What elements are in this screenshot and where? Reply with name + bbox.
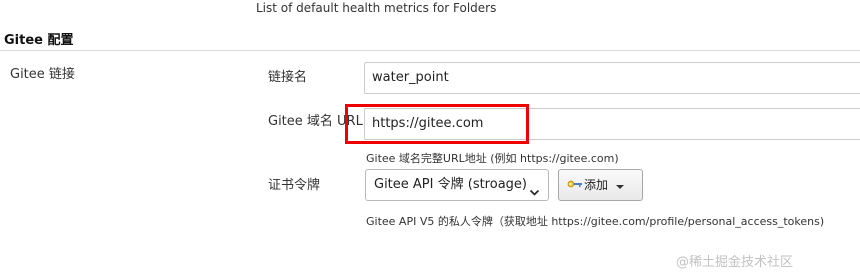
add-button-label: 添加	[584, 178, 609, 192]
certificate-token-help: Gitee API V5 的私人令牌（获取地址 https://gitee.co…	[366, 215, 825, 228]
certificate-token-selected: Gitee API 令牌 (stroage)	[374, 177, 527, 192]
certificate-token-select[interactable]: Gitee API 令牌 (stroage)	[365, 169, 549, 201]
highlight-box	[345, 104, 529, 144]
gitee-link-group-label: Gitee 链接	[10, 67, 75, 82]
certificate-token-label: 证书令牌	[268, 178, 321, 193]
key-icon	[567, 171, 583, 201]
watermark: @稀土掘金技术社区	[676, 255, 794, 270]
section-title: Gitee 配置	[4, 33, 74, 48]
section-divider	[0, 50, 860, 51]
link-name-input[interactable]: water_point	[364, 62, 860, 94]
domain-url-help: Gitee 域名完整URL地址 (例如 https://gitee.com)	[366, 152, 619, 165]
top-description: List of default health metrics for Folde…	[256, 1, 497, 15]
link-name-label: 链接名	[268, 70, 308, 85]
caret-down-icon	[615, 171, 624, 201]
add-credential-button[interactable]: 添加	[558, 169, 643, 201]
chevron-down-icon	[529, 180, 540, 210]
